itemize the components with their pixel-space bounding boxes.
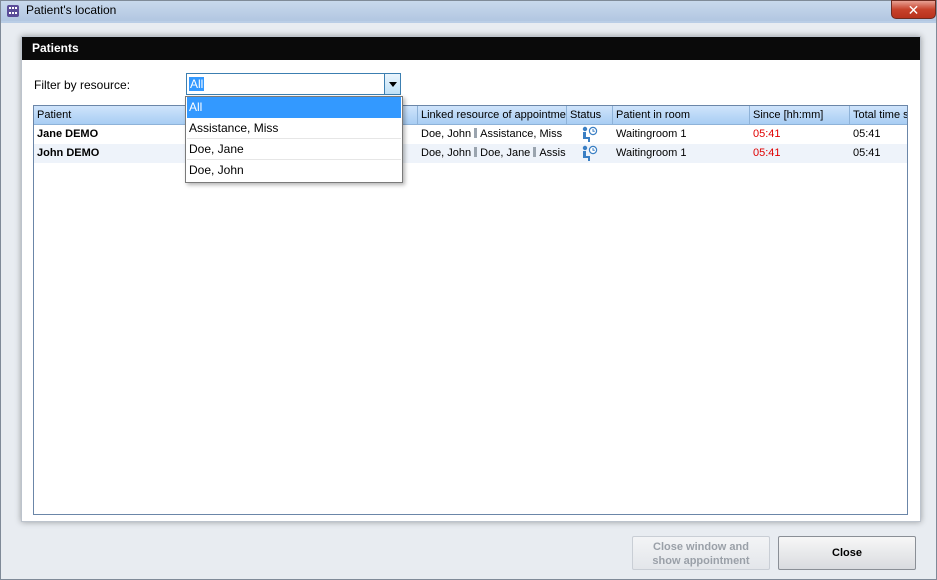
column-header-patient-in-room[interactable]: Patient in room xyxy=(613,106,750,124)
waiting-patient-icon xyxy=(582,145,598,161)
title-bar[interactable]: Patient's location xyxy=(1,1,936,21)
table-row[interactable]: Jane DEMO Doe, John Assistance, Miss Wait… xyxy=(34,125,907,144)
patient-room: Waitingroom 1 xyxy=(616,147,687,159)
filter-label: Filter by resource: xyxy=(34,78,131,92)
close-button[interactable]: Close xyxy=(778,536,916,570)
window-close-button[interactable]: ✕ xyxy=(891,0,936,19)
linked-resources: Doe, John Assistance, Miss xyxy=(421,128,563,140)
since-time: 05:41 xyxy=(753,147,781,159)
waiting-patient-icon xyxy=(582,126,598,142)
column-header-since[interactable]: Since [hh:mm] xyxy=(750,106,850,124)
patient-room: Waitingroom 1 xyxy=(616,128,687,140)
patients-grid[interactable]: Patient Linked resource of appointme Sta… xyxy=(33,105,908,515)
separator-icon xyxy=(474,128,478,138)
separator-icon xyxy=(533,147,537,157)
resource-filter-value: All xyxy=(189,77,205,91)
chevron-down-icon[interactable] xyxy=(384,74,400,94)
table-row[interactable]: John DEMO Doe, John Doe, Jane Assis Waitin… xyxy=(34,144,907,163)
patients-panel: Patients Filter by resource: All Patient… xyxy=(21,36,921,522)
column-header-total-time[interactable]: Total time s xyxy=(850,106,907,124)
column-header-status[interactable]: Status xyxy=(567,106,613,124)
panel-header: Patients xyxy=(22,37,920,60)
app-grid-icon xyxy=(7,5,19,17)
column-header-linked-resource[interactable]: Linked resource of appointme xyxy=(418,106,567,124)
dropdown-option-doe-jane[interactable]: Doe, Jane xyxy=(187,139,401,160)
patients-location-window: Patient's location ✕ Patients Filter by … xyxy=(0,0,937,580)
total-time: 05:41 xyxy=(853,147,881,159)
resource-filter-dropdown-list[interactable]: All Assistance, Miss Doe, Jane Doe, John xyxy=(185,96,403,183)
window-title: Patient's location xyxy=(26,3,117,17)
since-time: 05:41 xyxy=(753,128,781,140)
close-and-show-appointment-button[interactable]: Close window and show appointment xyxy=(632,536,770,570)
grid-header: Patient Linked resource of appointme Sta… xyxy=(34,106,907,125)
total-time: 05:41 xyxy=(853,128,881,140)
resource-filter-combobox[interactable]: All xyxy=(186,73,401,95)
linked-resources: Doe, John Doe, Jane Assis xyxy=(421,147,566,159)
dropdown-option-doe-john[interactable]: Doe, John xyxy=(187,160,401,181)
separator-icon xyxy=(474,147,478,157)
dropdown-option-assistance-miss[interactable]: Assistance, Miss xyxy=(187,118,401,139)
dropdown-option-all[interactable]: All xyxy=(187,97,401,118)
